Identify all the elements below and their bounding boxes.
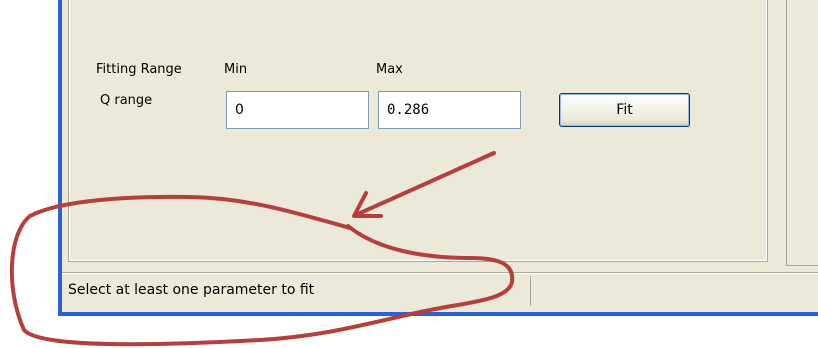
q-max-input[interactable]: 0.286 <box>378 91 521 129</box>
status-bar-divider <box>530 276 531 306</box>
fitting-group-box <box>68 0 768 262</box>
status-message: Select at least one parameter to fit <box>68 282 315 298</box>
q-range-label: Q range <box>100 93 153 108</box>
min-column-label: Min <box>224 62 248 77</box>
fit-button[interactable]: Fit <box>559 93 690 127</box>
fitting-range-label: Fitting Range <box>96 62 182 77</box>
right-side-panel <box>786 0 818 266</box>
q-min-input[interactable]: 0 <box>226 91 369 129</box>
max-column-label: Max <box>376 62 403 77</box>
